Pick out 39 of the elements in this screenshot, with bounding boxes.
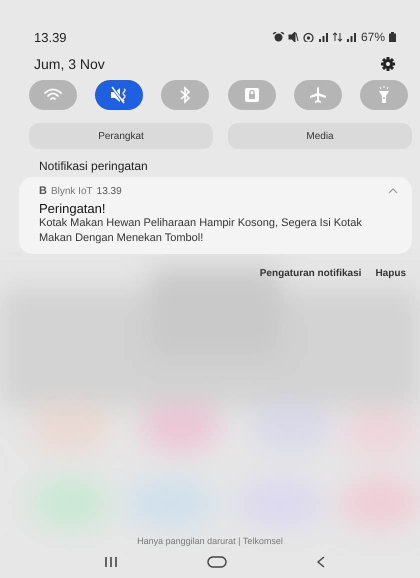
home-button[interactable] [206, 556, 227, 568]
settings-icon [381, 57, 395, 71]
recent-apps-icon [104, 556, 118, 568]
battery-icon [389, 32, 396, 42]
app-logo-icon: B [39, 185, 47, 197]
back-icon [316, 556, 326, 568]
carrier-text: Hanya panggilan darurat | Telkomsel [136, 536, 284, 546]
notification-title: Peringatan! [39, 201, 106, 216]
settings-button[interactable] [381, 57, 395, 71]
flashlight-toggle[interactable] [360, 80, 408, 110]
clock-time: 13.39 [34, 30, 67, 44]
notification-time: 13.39 [96, 186, 122, 196]
screen-lock-toggle[interactable] [228, 80, 276, 110]
notification-action-link[interactable]: Pengaturan notifikasi [260, 268, 362, 279]
airplane-mode-toggle[interactable] [294, 80, 342, 110]
collapse-button[interactable] [388, 188, 398, 194]
hotspot-icon [302, 32, 314, 42]
notification-body: Kotak Makan Hewan Peliharaan Hampir Kosong, Segera Isi Kotak Makan Dengan Menekan Tombol! [39, 216, 363, 246]
chevron-up-icon [388, 188, 398, 194]
signal-icon [318, 32, 329, 42]
mute-icon [288, 32, 299, 42]
bluetooth-toggle[interactable] [161, 80, 210, 110]
output-button[interactable]: Media [228, 123, 412, 149]
date-label: Jum, 3 Nov [34, 56, 105, 72]
section-title: Notifikasi peringatan [38, 158, 149, 173]
alarm-icon [272, 32, 284, 42]
output-button[interactable]: Perangkat [29, 123, 213, 149]
recent-apps-button[interactable] [104, 556, 118, 568]
notification-action-link[interactable]: Hapus [375, 268, 406, 279]
home-icon [206, 556, 227, 568]
mute-toggle[interactable] [95, 80, 144, 110]
airplane-icon [308, 85, 328, 105]
app-name: Blynk IoT [50, 186, 93, 196]
battery-percent: 67% [360, 30, 385, 44]
notification-card[interactable]: B Blynk IoT 13.39 Peringatan! Kotak Makan Hewan Peliharaan Hampir Kosong, Segera Isi Kotak Makan Dengan Menekan Tombol! [19, 177, 412, 254]
back-button[interactable] [316, 556, 326, 568]
data-icon [332, 32, 342, 42]
signal-icon [346, 32, 357, 42]
wifi-toggle[interactable] [29, 80, 77, 110]
